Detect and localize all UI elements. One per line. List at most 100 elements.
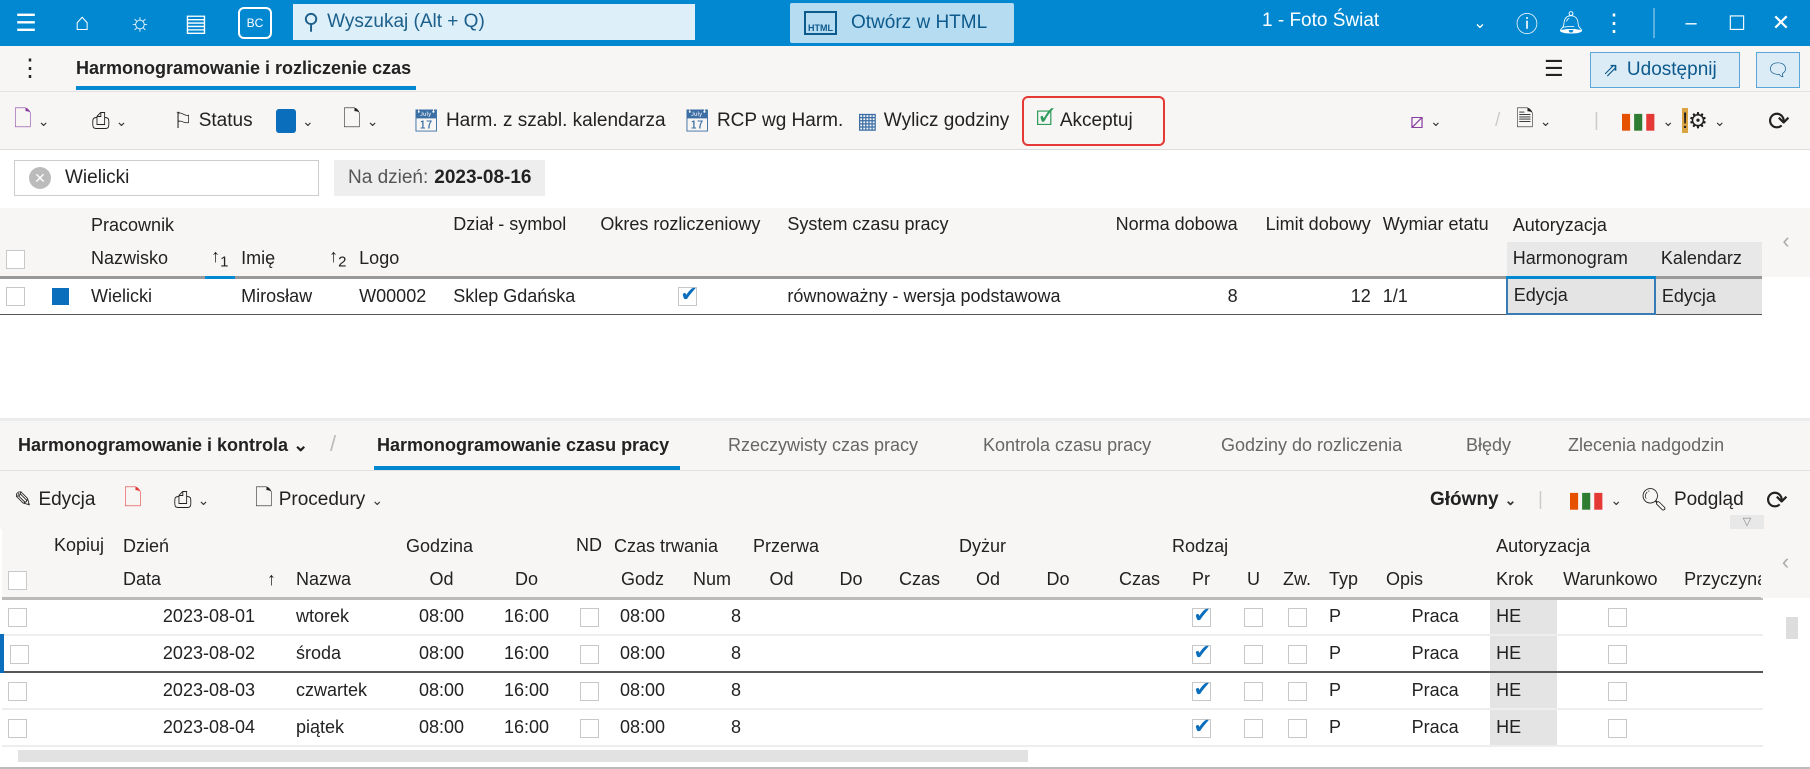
header-from[interactable]: Od (400, 563, 483, 598)
notification-bell-icon[interactable]: 🔔︎ (1556, 6, 1586, 40)
share-button[interactable]: ⇗ Udostępnij (1590, 52, 1740, 88)
header-system[interactable]: System czasu pracy (781, 208, 1097, 277)
accept-button[interactable]: 🗹 Akceptuj (1022, 96, 1165, 146)
tab-time-control[interactable]: Kontrola czasu pracy (983, 435, 1151, 456)
row-checkbox[interactable] (0, 634, 48, 673)
header-break-time[interactable]: Czas (886, 563, 954, 598)
cell-conditional-checkbox[interactable] (1557, 598, 1679, 636)
sort-asc-icon[interactable]: ↑2 (323, 242, 354, 277)
row-checkbox[interactable] (2, 709, 48, 747)
view-select[interactable]: Główny ⌄ (1430, 481, 1516, 519)
chart-button[interactable]: ▮▮▮ ⌄ (1620, 102, 1674, 140)
row-checkbox[interactable] (2, 672, 48, 710)
select-all-checkbox[interactable] (0, 208, 47, 277)
header-calendar[interactable]: Kalendarz (1654, 242, 1762, 277)
bc-icon[interactable]: BC (238, 7, 272, 39)
header-nd[interactable]: ND (570, 529, 609, 598)
more-options-icon[interactable]: ⋮ (1602, 6, 1626, 40)
chart-button[interactable]: ▮▮▮ ⌄ (1568, 481, 1622, 519)
cell-zw-checkbox[interactable] (1271, 709, 1324, 747)
header-dept[interactable]: Dział - symbol (447, 208, 595, 277)
row-checkbox[interactable] (2, 598, 48, 636)
minimize-icon[interactable]: – (1676, 6, 1706, 40)
date-field[interactable]: Na dzień: 2023-08-16 (334, 160, 546, 196)
table-row[interactable]: 2023-08-04piątek08:0016:0008:008PPracaHE (2, 709, 1764, 747)
edit-button[interactable]: ✎ Edycja (14, 481, 95, 519)
tab-active[interactable]: Harmonogramowanie i rozliczenie czas (76, 58, 411, 79)
help-icon[interactable]: ⓘ (1512, 6, 1542, 40)
vertical-scrollbar[interactable] (1786, 617, 1798, 639)
compute-hours-button[interactable]: ▦ Wylicz godziny (857, 102, 1009, 140)
employee-search-input[interactable]: ✕ Wielicki (14, 160, 319, 196)
table-row[interactable]: 2023-08-03czwartek08:0016:0008:008PPraca… (2, 672, 1764, 710)
tab-schedule[interactable]: Harmonogramowanie czasu pracy (377, 435, 669, 456)
clear-icon[interactable]: ✕ (29, 167, 51, 189)
sort-asc-icon[interactable]: ↑1 (205, 242, 236, 279)
tab-overtime-orders[interactable]: Zlecenia nadgodzin (1568, 435, 1724, 456)
print-button[interactable]: ⎙ ⌄ (92, 102, 127, 140)
header-schedule[interactable]: Harmonogram (1506, 242, 1655, 279)
horizontal-scrollbar[interactable] (18, 750, 1028, 762)
cell-pr-checkbox[interactable] (1166, 634, 1237, 673)
refresh-icon[interactable]: ⟳ (1766, 481, 1788, 519)
header-fte[interactable]: Wymiar etatu (1376, 208, 1507, 277)
cell-nd-checkbox[interactable] (570, 634, 609, 673)
header-reason[interactable]: Przyczyna (1678, 563, 1764, 598)
header-duty-time[interactable]: Czas (1093, 563, 1167, 598)
header-day-name[interactable]: Nazwa (290, 563, 400, 598)
header-conditional[interactable]: Warunkowo (1557, 563, 1679, 598)
list-view-icon[interactable]: ☰ (1544, 56, 1564, 82)
cell-zw-checkbox[interactable] (1271, 672, 1324, 710)
header-duty-from[interactable]: Od (953, 563, 1024, 598)
header-zw[interactable]: Zw. (1271, 563, 1324, 598)
print-button[interactable]: ⎙ ⌄ (174, 481, 209, 519)
hamburger-menu-icon[interactable]: ☰ (8, 6, 44, 40)
header-godz[interactable]: Godz (608, 563, 678, 598)
header-break-to[interactable]: Do (816, 563, 887, 598)
header-krok[interactable]: Krok (1490, 563, 1558, 598)
cell-pr-checkbox[interactable] (1166, 598, 1237, 636)
header-date[interactable]: Data (117, 563, 261, 598)
select-all-checkbox[interactable] (2, 529, 48, 598)
header-copy[interactable]: Kopiuj (48, 529, 117, 598)
collapse-panel-icon[interactable]: ‹ (1761, 529, 1810, 598)
status-color-button[interactable]: ⌄ (276, 102, 314, 140)
header-num[interactable]: Num (677, 563, 748, 598)
cell-zw-checkbox[interactable] (1271, 598, 1324, 636)
cell-calendar[interactable]: Edycja (1654, 277, 1762, 314)
header-to[interactable]: Do (483, 563, 571, 598)
cell-u-checkbox[interactable] (1236, 672, 1272, 710)
tab-errors[interactable]: Błędy (1466, 435, 1511, 456)
news-icon[interactable]: ▤ (178, 6, 214, 40)
row-checkbox[interactable] (0, 277, 46, 314)
header-surname[interactable]: Nazwisko (85, 242, 206, 277)
status-button[interactable]: ⚐ Status (173, 102, 253, 140)
cell-u-checkbox[interactable] (1236, 709, 1272, 747)
cell-nd-checkbox[interactable] (570, 598, 609, 636)
sort-asc-icon[interactable]: ↑ (261, 563, 290, 598)
header-period[interactable]: Okres rozliczeniowy (594, 208, 782, 277)
cell-period-checkbox[interactable] (594, 277, 781, 314)
more-options-icon[interactable]: ⋮ (18, 54, 42, 83)
close-icon[interactable]: ✕ (1766, 6, 1796, 40)
preview-button[interactable]: 🔍︎ Podgląd (1640, 481, 1744, 519)
tab-group-dropdown[interactable]: Harmonogramowanie i kontrola ⌄ (18, 435, 308, 456)
document-settings-button[interactable]: 🗋 ⌄ (343, 102, 378, 140)
header-opis[interactable]: Opis (1380, 563, 1491, 598)
cell-conditional-checkbox[interactable] (1557, 672, 1679, 710)
cell-pr-checkbox[interactable] (1166, 672, 1237, 710)
procedures-button[interactable]: 🗋 Procedury ⌄ (255, 481, 383, 519)
header-pr[interactable]: Pr (1166, 563, 1237, 598)
cell-u-checkbox[interactable] (1236, 634, 1272, 673)
cell-pr-checkbox[interactable] (1166, 709, 1237, 747)
header-typ[interactable]: Typ (1323, 563, 1381, 598)
tab-actual-time[interactable]: Rzeczywisty czas pracy (728, 435, 918, 456)
table-row[interactable]: 2023-08-01wtorek08:0016:0008:008PPracaHE (2, 598, 1764, 636)
cell-conditional-checkbox[interactable] (1557, 709, 1679, 747)
comment-icon[interactable]: 🗨︎ (1756, 52, 1800, 88)
harm-template-button[interactable]: 📅︎ Harm. z szabl. kalendarza (412, 102, 666, 140)
header-limit[interactable]: Limit dobowy (1243, 208, 1377, 277)
cell-u-checkbox[interactable] (1236, 598, 1272, 636)
filter-clear-button[interactable]: ⧄ ⌄ (1410, 102, 1442, 140)
open-html-button[interactable]: HTML Otwórz w HTML (790, 3, 1014, 43)
